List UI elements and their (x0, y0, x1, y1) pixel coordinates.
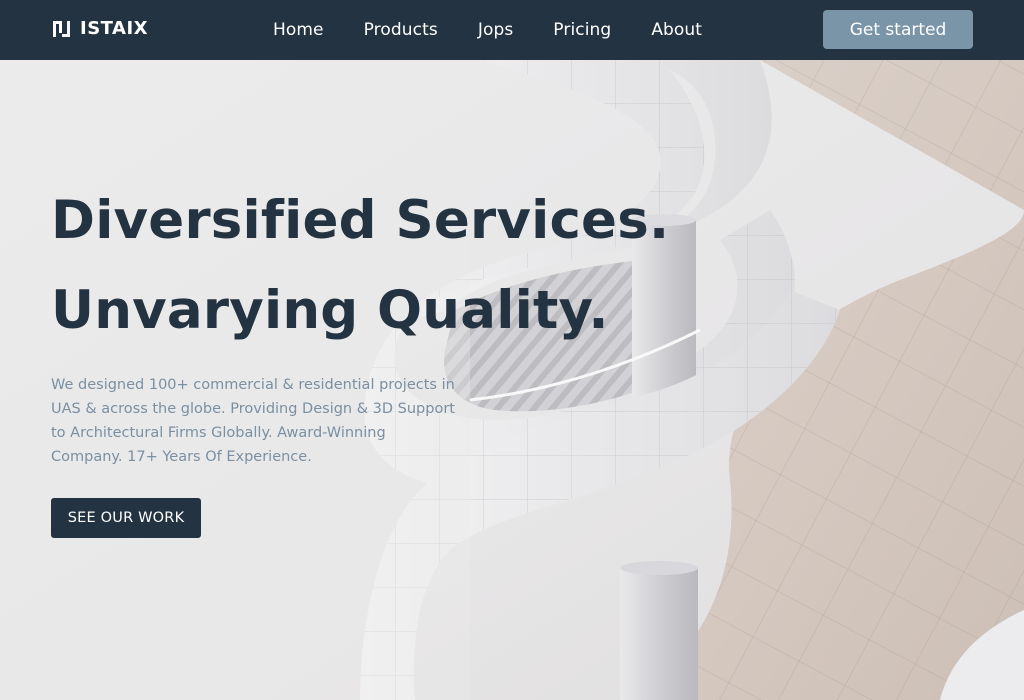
brand-name: ISTAIX (80, 18, 149, 39)
get-started-button[interactable]: Get started (823, 10, 973, 49)
brand-logo-link[interactable]: ISTAIX (51, 18, 148, 39)
nav-link-products[interactable]: Products (364, 20, 438, 40)
see-our-work-button[interactable]: SEE OUR WORK (51, 498, 201, 538)
hero-title-line-2: Unvarying Quality. (51, 280, 609, 341)
nav-link-jops[interactable]: Jops (478, 20, 513, 40)
logo-icon (53, 20, 70, 37)
nav-link-pricing[interactable]: Pricing (553, 20, 611, 40)
nav-link-home[interactable]: Home (273, 20, 324, 40)
nav-link-about[interactable]: About (651, 20, 702, 40)
hero-description: We designed 100+ commercial & residentia… (51, 377, 455, 465)
main-nav: Home Products Jops Pricing About (273, 0, 742, 60)
hero-section: Diversified Services. Unvarying Quality.… (0, 60, 1024, 700)
hero-title-line-1: Diversified Services. (51, 190, 670, 251)
top-navbar: ISTAIX Home Products Jops Pricing About … (0, 0, 1024, 60)
hero-title: Diversified Services. Unvarying Quality. (51, 176, 751, 356)
